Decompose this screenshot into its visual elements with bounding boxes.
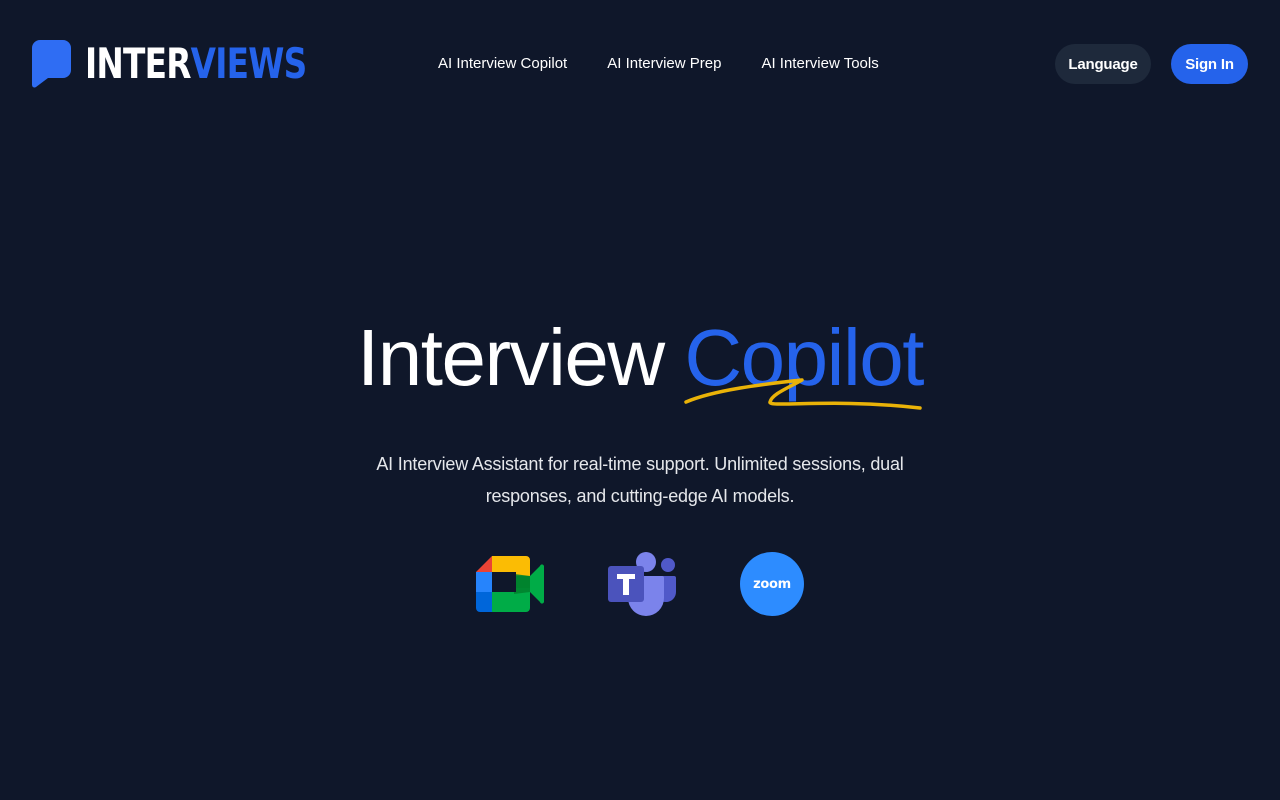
site-header: INTERVIEWS AI Interview Copilot AI Inter… xyxy=(0,0,1280,128)
zoom-icon: zoom xyxy=(740,552,804,616)
main-nav: AI Interview Copilot AI Interview Prep A… xyxy=(438,52,879,76)
language-button[interactable]: Language xyxy=(1055,44,1151,84)
nav-ai-interview-prep[interactable]: AI Interview Prep xyxy=(607,52,721,76)
logo-text-inter: INTER xyxy=(85,39,191,88)
sign-in-button[interactable]: Sign In xyxy=(1171,44,1248,84)
hero-title: Interview Copilot xyxy=(0,312,1280,410)
hero-title-accent-wrap: Copilot xyxy=(684,312,924,410)
nav-ai-interview-tools[interactable]: AI Interview Tools xyxy=(761,52,878,76)
hero-title-accent: Copilot xyxy=(684,313,924,402)
logo-wordmark: INTERVIEWS xyxy=(85,39,308,88)
logo-link[interactable]: INTERVIEWS xyxy=(32,40,369,88)
speech-bubble-icon xyxy=(32,40,71,88)
hero-title-main: Interview xyxy=(357,313,665,402)
platform-icons: zoom xyxy=(0,552,1280,616)
google-meet-icon xyxy=(476,556,544,612)
zoom-circle: zoom xyxy=(740,552,804,616)
zoom-label: zoom xyxy=(753,576,791,592)
hero-subtitle: AI Interview Assistant for real-time sup… xyxy=(376,454,904,506)
page: INTERVIEWS AI Interview Copilot AI Inter… xyxy=(0,0,1280,800)
logo-text-views: VIEWS xyxy=(190,39,308,88)
nav-ai-interview-copilot[interactable]: AI Interview Copilot xyxy=(438,52,567,76)
microsoft-teams-icon xyxy=(608,552,676,616)
